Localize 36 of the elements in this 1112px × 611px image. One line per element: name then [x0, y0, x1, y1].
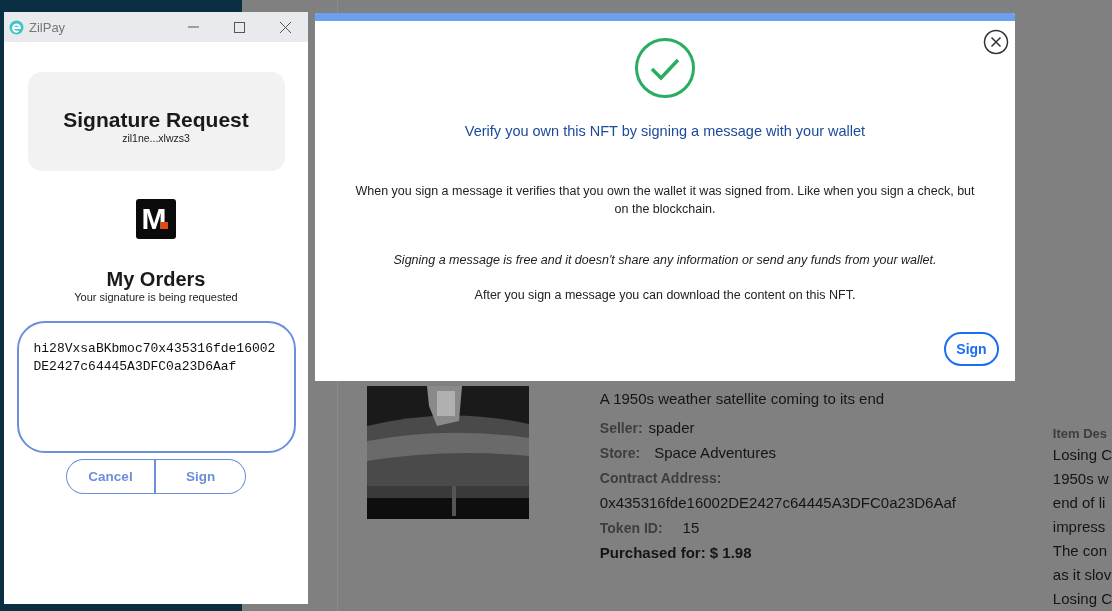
description-text: The con [1052, 541, 1108, 561]
wallet-logo-icon [9, 19, 24, 35]
description-text: Losing C [1052, 445, 1112, 465]
modal-title: Verify you own this NFT by signing a message with your wallet [463, 123, 867, 139]
description-text: end of li [1052, 493, 1107, 513]
detail-label: Token ID: [599, 519, 663, 536]
account-address: zil1ne...xlwzs3 [122, 131, 190, 144]
detail-label: Seller: [599, 419, 643, 436]
maximize-icon[interactable] [233, 21, 245, 33]
description-text: Losing C [1052, 589, 1112, 609]
close-icon[interactable] [279, 21, 291, 33]
purchase-price: Purchased for: $ 1.98 [599, 543, 753, 563]
message-field[interactable]: hi28VxsaBKbmoc70x435316fde16002DE2427c64445A3DFC0a23D6Aaf [16, 321, 296, 453]
app-name: My Orders [106, 268, 206, 291]
close-icon[interactable] [983, 29, 1009, 55]
modal-text: After you sign a message you can download the content on this NFT. [473, 287, 857, 304]
sign-button[interactable]: Sign [944, 332, 999, 366]
detail-value: Space Adventures [654, 444, 776, 461]
detail-value: spader [648, 419, 695, 436]
modal-text: When you sign a message it verifies that you own the wallet it was signed from. Like when you sign a check, but on the blockchain. [354, 183, 976, 218]
description-text: as it slov [1052, 565, 1112, 585]
detail-label: Contract Address: [599, 469, 722, 486]
request-subtitle: Your signature is being requested [74, 291, 238, 303]
nft-tagline: A 1950s weather satellite coming to its end [599, 389, 886, 409]
cancel-button[interactable]: Cancel [66, 459, 156, 494]
detail-label: Store: [599, 444, 641, 461]
check-icon [634, 37, 696, 99]
window-title: ZilPay [29, 19, 67, 35]
description-label: Item Des [1052, 425, 1108, 443]
sign-button[interactable]: Sign [156, 459, 246, 494]
description-text: 1950s w [1052, 469, 1110, 489]
modal-text: Signing a message is free and it doesn't share any information or send any funds from your wallet. [392, 252, 938, 269]
request-title: Signature Request [63, 107, 249, 132]
description-text: impress [1052, 517, 1107, 537]
detail-value: 0x435316fde16002DE2427c64445A3DFC0a23D6Aaf [599, 493, 957, 513]
detail-value: 15 [682, 519, 700, 536]
